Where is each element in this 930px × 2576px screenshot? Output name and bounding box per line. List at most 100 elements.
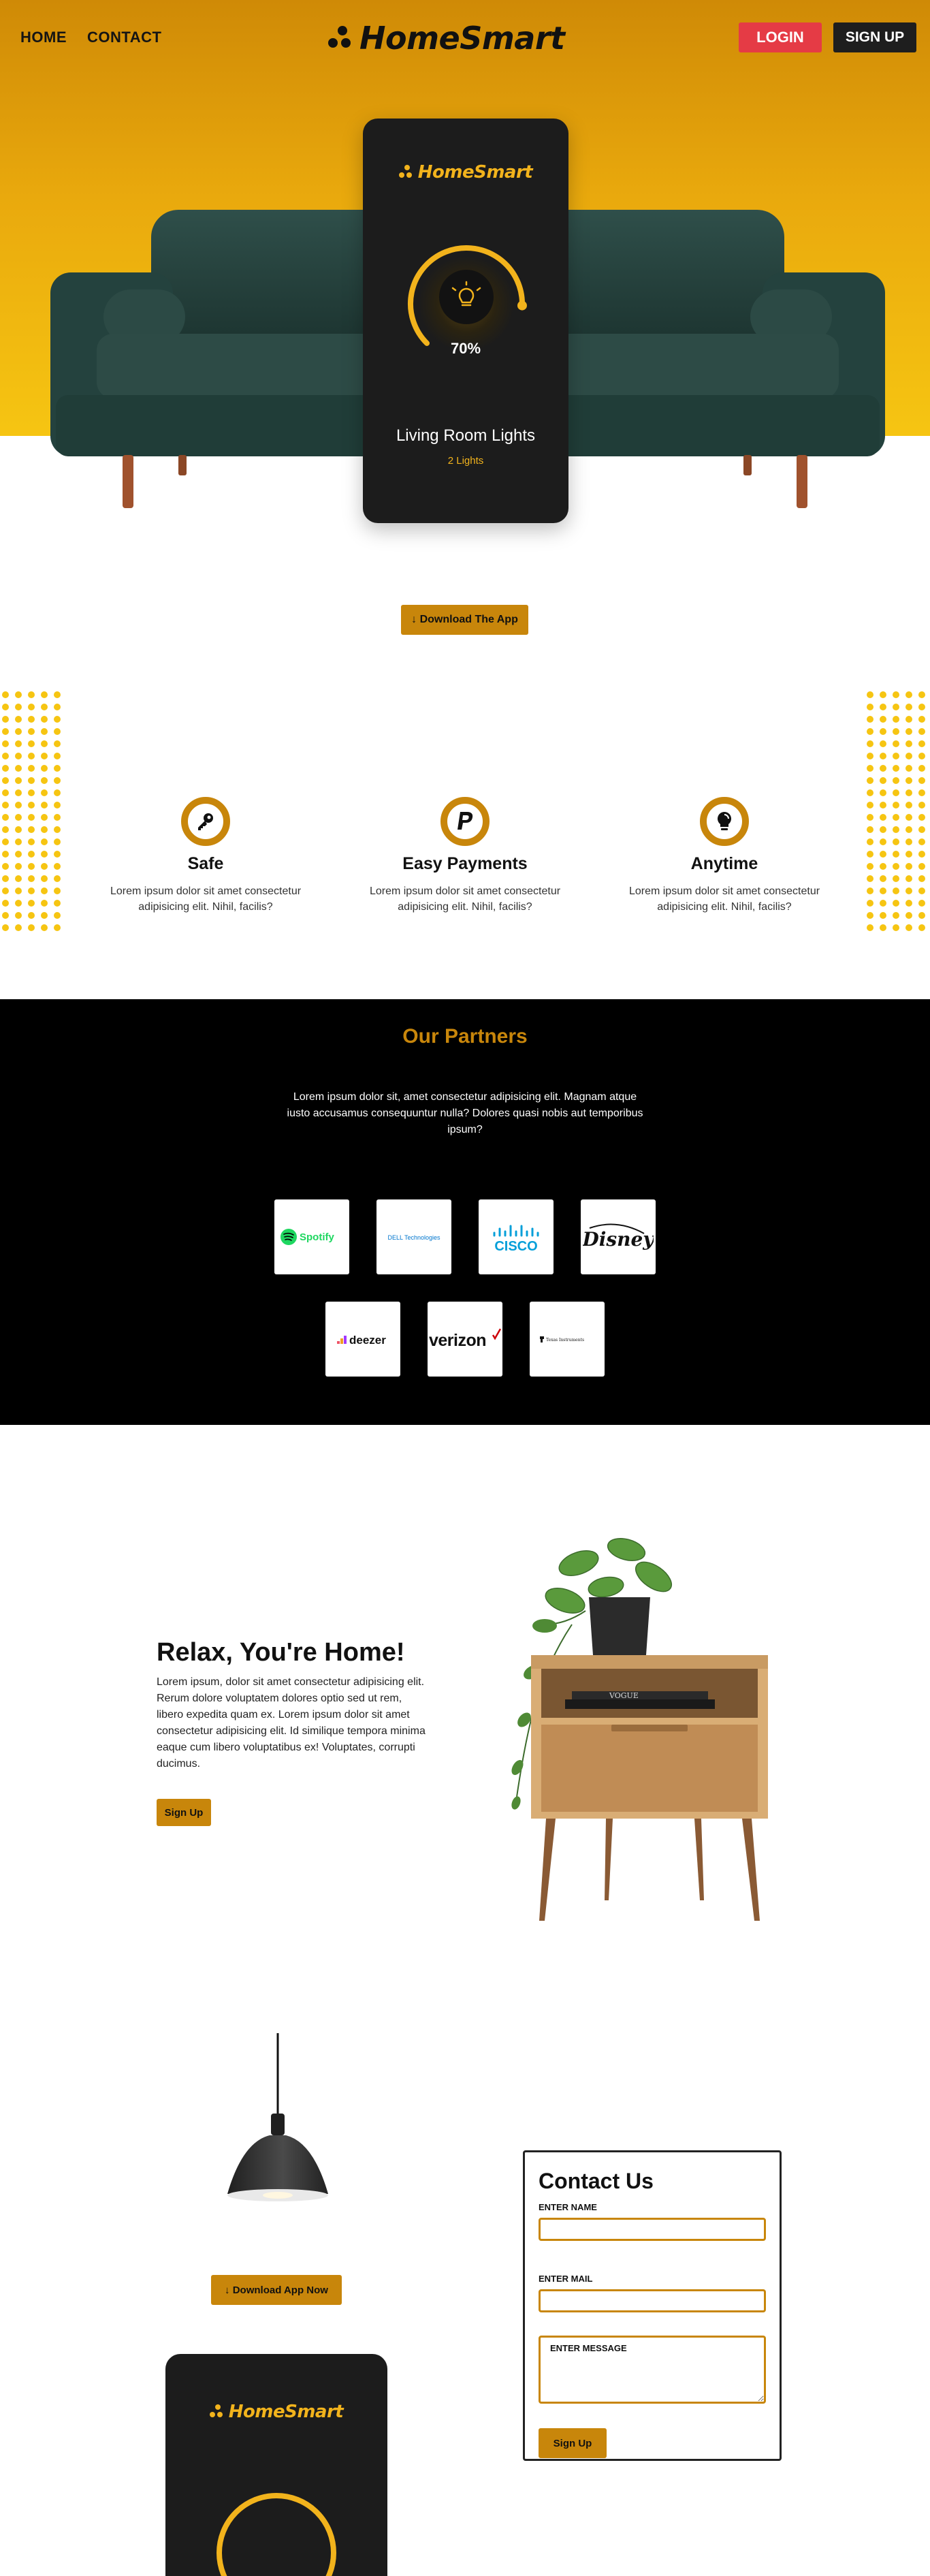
phone-brand-name: HomeSmart (417, 162, 533, 183)
decorative-dot (867, 826, 873, 833)
decorative-dot (15, 753, 22, 759)
partner-logo-cisco[interactable]: CISCO (479, 1199, 554, 1274)
partner-logo-texas-instruments[interactable]: Texas Instruments (530, 1302, 605, 1377)
decorative-dot (54, 875, 61, 882)
decorative-dot (867, 753, 873, 759)
partner-logo-spotify[interactable]: Spotify (274, 1199, 349, 1274)
contact-title: Contact Us (539, 2169, 654, 2193)
decorative-dot (2, 851, 9, 858)
decorative-dot (41, 912, 48, 919)
signup-button[interactable]: SIGN UP (833, 22, 916, 52)
decorative-dot (41, 777, 48, 784)
brand-dots-icon (209, 2404, 225, 2420)
brand-dots-icon (328, 25, 353, 52)
key-icon (181, 797, 230, 846)
email-field[interactable] (539, 2289, 766, 2312)
decorative-dot (28, 789, 35, 796)
decorative-dot (28, 753, 35, 759)
decorative-dot (41, 875, 48, 882)
decorative-dot (54, 863, 61, 870)
decorative-dot (41, 838, 48, 845)
decorative-dot (867, 789, 873, 796)
decorative-dot (54, 924, 61, 931)
lightbulb-icon (700, 797, 749, 846)
verizon-logo-text: verizon (429, 1331, 486, 1350)
book-label-text: VOGUE (609, 1691, 639, 1700)
brand-dots-icon (398, 164, 414, 180)
message-field[interactable] (539, 2336, 766, 2404)
partner-logo-verizon[interactable]: verizon (428, 1302, 502, 1377)
decorative-dot (54, 716, 61, 723)
partner-logo-disney[interactable]: Disney (581, 1199, 656, 1274)
decorative-dot (15, 900, 22, 907)
decorative-dot (893, 888, 899, 894)
download-app-now-button[interactable]: ↓ Download App Now (211, 2275, 342, 2305)
decorative-dot (28, 875, 35, 882)
contact-signup-button[interactable]: Sign Up (539, 2428, 607, 2458)
decorative-dot (867, 716, 873, 723)
decorative-dot (2, 728, 9, 735)
feature-title: Safe (187, 854, 224, 873)
phone-mockup-bottom: HomeSmart (165, 2354, 387, 2576)
decorative-dot (41, 728, 48, 735)
decorative-dot (15, 814, 22, 821)
decorative-dot (54, 900, 61, 907)
decorative-dot (2, 912, 9, 919)
decorative-dot (905, 826, 912, 833)
decorative-dot (54, 765, 61, 772)
decorative-dot (905, 704, 912, 710)
decorative-dot (28, 691, 35, 698)
decorative-dot (867, 691, 873, 698)
decorative-dot (867, 728, 873, 735)
decorative-dot (867, 777, 873, 784)
phone-brand: HomeSmart (165, 2402, 387, 2422)
decorative-dot (867, 740, 873, 747)
decorative-dot (893, 838, 899, 845)
decorative-dot (918, 728, 925, 735)
brand-logo[interactable]: HomeSmart (328, 19, 565, 57)
decorative-dot (2, 900, 9, 907)
decorative-dot (880, 851, 886, 858)
partner-logo-dell[interactable]: DELL Technologies (376, 1199, 451, 1274)
decorative-dot (880, 900, 886, 907)
decorative-dot (2, 838, 9, 845)
nightstand-plant-image: VOGUE (511, 1538, 768, 1921)
decorative-dot (893, 740, 899, 747)
download-app-button[interactable]: ↓ Download The App (401, 605, 528, 635)
decorative-dot (893, 863, 899, 870)
feature-payments: Easy Payments Lorem ipsum dolor sit amet… (363, 797, 567, 915)
decorative-dot (893, 691, 899, 698)
decorative-dot (41, 900, 48, 907)
phone-brand-name: HomeSmart (228, 2402, 344, 2422)
nav-contact-link[interactable]: CONTACT (87, 29, 161, 46)
decorative-dot (893, 704, 899, 710)
decorative-dot (28, 814, 35, 821)
decorative-dot (2, 802, 9, 808)
decorative-dot (15, 802, 22, 808)
decorative-dot (880, 740, 886, 747)
decorative-dot (15, 789, 22, 796)
decorative-dot (15, 740, 22, 747)
decorative-dot (880, 814, 886, 821)
relax-signup-button[interactable]: Sign Up (157, 1799, 211, 1826)
decorative-dot (54, 814, 61, 821)
decorative-dot (41, 740, 48, 747)
login-button[interactable]: LOGIN (739, 22, 822, 52)
nav-home-link[interactable]: HOME (20, 29, 67, 46)
mail-label: ENTER MAIL (539, 2274, 593, 2284)
decorative-dot (15, 728, 22, 735)
decorative-dot (867, 851, 873, 858)
decorative-dot (893, 789, 899, 796)
name-field[interactable] (539, 2218, 766, 2241)
decorative-dot (905, 728, 912, 735)
phone-title: Living Room Lights (396, 426, 536, 445)
partner-logo-deezer[interactable]: deezer (325, 1302, 400, 1377)
decorative-dot (905, 912, 912, 919)
decorative-dot (918, 888, 925, 894)
decorative-dot (918, 789, 925, 796)
decorative-dot (15, 704, 22, 710)
decorative-dot (41, 789, 48, 796)
decorative-dot (867, 912, 873, 919)
relax-text: Lorem ipsum, dolor sit amet consectetur … (157, 1676, 426, 1770)
phone-brand: HomeSmart (363, 162, 568, 183)
